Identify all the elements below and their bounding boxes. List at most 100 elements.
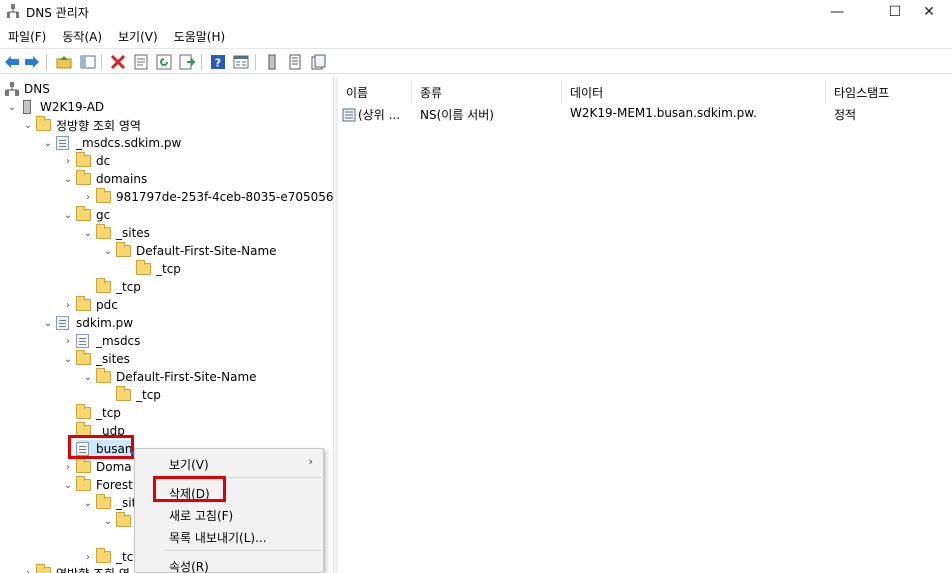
minimize-button[interactable]: — bbox=[814, 0, 860, 24]
refresh-icon[interactable] bbox=[155, 53, 173, 71]
tree-item-tcp[interactable]: _tcp bbox=[76, 404, 121, 422]
folder-icon bbox=[116, 242, 131, 257]
tree-item-pdc[interactable]: › pdc bbox=[60, 296, 118, 314]
column-header-name[interactable]: 이름 bbox=[338, 80, 412, 104]
svg-text:?: ? bbox=[215, 57, 221, 70]
tree-item-gc[interactable]: ⌄ gc bbox=[60, 206, 110, 224]
menu-file[interactable]: 파일(F) bbox=[0, 26, 54, 46]
record-name: (상위 ... bbox=[358, 108, 401, 122]
forward-arrow-icon[interactable] bbox=[23, 53, 41, 71]
context-menu-view[interactable]: 보기(V) › bbox=[135, 452, 323, 474]
annotation-highlight-delete bbox=[153, 476, 226, 502]
chevron-right-icon[interactable]: › bbox=[60, 458, 76, 476]
menu-help[interactable]: 도움말(H) bbox=[166, 26, 234, 46]
context-menu: 보기(V) › 삭제(D) 새로 고침(F) 목록 내보내기(L)... 속성(… bbox=[134, 448, 324, 573]
tree-item-forest-default-site[interactable]: ⌄ bbox=[100, 512, 136, 530]
folder-icon bbox=[76, 152, 91, 167]
chevron-down-icon[interactable]: ⌄ bbox=[60, 476, 76, 494]
chevron-down-icon[interactable]: ⌄ bbox=[100, 242, 116, 260]
record-data: W2K19-MEM1.busan.sdkim.pw. bbox=[570, 106, 757, 120]
folder-icon bbox=[76, 350, 91, 365]
context-menu-properties[interactable]: 속성(R) bbox=[135, 554, 323, 573]
chevron-down-icon[interactable]: ⌄ bbox=[60, 170, 76, 188]
chevron-right-icon[interactable]: › bbox=[60, 296, 76, 314]
tree-item-gc-sites[interactable]: ⌄ _sites bbox=[80, 224, 150, 242]
chevron-right-icon[interactable]: › bbox=[60, 332, 76, 350]
folder-icon bbox=[96, 278, 111, 293]
new-server-icon[interactable] bbox=[263, 53, 281, 71]
context-menu-refresh[interactable]: 새로 고침(F) bbox=[135, 503, 323, 525]
tree-item-gc-tcp[interactable]: _tcp bbox=[96, 278, 141, 296]
chevron-down-icon[interactable]: ⌄ bbox=[80, 368, 96, 386]
tree-item-server[interactable]: ⌄ W2K19-AD bbox=[4, 98, 104, 116]
folder-icon bbox=[96, 188, 111, 203]
chevron-right-icon[interactable]: › bbox=[20, 564, 36, 573]
toolbar: ? bbox=[0, 48, 952, 74]
export-list-icon[interactable] bbox=[178, 53, 196, 71]
tree-item-forestdnszones[interactable]: ⌄ Forest bbox=[60, 476, 133, 494]
context-menu-export-list[interactable]: 목록 내보내기(L)... bbox=[135, 525, 323, 547]
chevron-down-icon[interactable]: ⌄ bbox=[80, 494, 96, 512]
tree-item-domains[interactable]: ⌄ domains bbox=[60, 170, 147, 188]
tree-item-default-site[interactable]: ⌄ Default-First-Site-Name bbox=[80, 368, 257, 386]
help-icon[interactable]: ? bbox=[209, 53, 227, 71]
new-zone-icon[interactable] bbox=[309, 53, 327, 71]
chevron-down-icon[interactable]: ⌄ bbox=[40, 134, 56, 152]
tree-item-gc-default-site[interactable]: ⌄ Default-First-Site-Name bbox=[100, 242, 277, 260]
folder-icon bbox=[76, 458, 91, 473]
new-record-icon[interactable] bbox=[286, 53, 304, 71]
tree-item-msdcs-delegation[interactable]: › _msdcs bbox=[60, 332, 140, 350]
tree-item-forward-zones[interactable]: ⌄ 정방향 조회 영역 bbox=[20, 116, 141, 134]
up-folder-icon[interactable] bbox=[55, 53, 73, 71]
show-hide-tree-icon[interactable] bbox=[79, 53, 97, 71]
zone-icon bbox=[56, 136, 69, 150]
tree-item-dns[interactable]: DNS bbox=[4, 80, 50, 98]
folder-icon bbox=[76, 296, 91, 311]
tree-item-site-tcp[interactable]: _tcp bbox=[116, 386, 161, 404]
back-arrow-icon[interactable] bbox=[3, 53, 21, 71]
folder-icon bbox=[96, 224, 111, 239]
tree-item-gc-site-tcp[interactable]: _tcp bbox=[136, 260, 181, 278]
chevron-down-icon[interactable]: ⌄ bbox=[4, 98, 20, 116]
chevron-right-icon[interactable]: › bbox=[60, 152, 76, 170]
column-header-type[interactable]: 종류 bbox=[412, 80, 562, 104]
folder-icon bbox=[76, 206, 91, 221]
tree-item-sites[interactable]: ⌄ _sites bbox=[60, 350, 130, 368]
tree-item-domain-guid[interactable]: › 981797de-253f-4ceb-8035-e705056e5 bbox=[80, 188, 333, 206]
close-button[interactable]: ✕ bbox=[906, 0, 952, 24]
tree-item-domaindnszones[interactable]: › Doma bbox=[60, 458, 132, 476]
chevron-down-icon[interactable]: ⌄ bbox=[60, 206, 76, 224]
column-header-data[interactable]: 데이터 bbox=[562, 80, 826, 104]
menu-view[interactable]: 보기(V) bbox=[110, 26, 166, 46]
chevron-down-icon[interactable]: ⌄ bbox=[80, 224, 96, 242]
chevron-down-icon[interactable]: ⌄ bbox=[40, 314, 56, 332]
menu-action[interactable]: 동작(A) bbox=[54, 26, 110, 46]
dns-app-icon bbox=[7, 4, 19, 18]
tree-item-dc[interactable]: › dc bbox=[60, 152, 110, 170]
column-header-timestamp[interactable]: 타임스탬프 bbox=[826, 80, 952, 104]
annotation-highlight-busan bbox=[68, 435, 134, 459]
tree-item-zone-sdkim[interactable]: ⌄ sdkim.pw bbox=[40, 314, 133, 332]
view-icon[interactable] bbox=[232, 53, 250, 71]
folder-icon bbox=[116, 512, 131, 527]
menu-bar: 파일(F) 동작(A) 보기(V) 도움말(H) bbox=[0, 26, 952, 46]
folder-icon bbox=[76, 170, 91, 185]
zone-icon bbox=[76, 334, 89, 348]
chevron-down-icon[interactable]: ⌄ bbox=[100, 512, 116, 530]
record-type: NS(이름 서버) bbox=[420, 108, 494, 122]
folder-icon bbox=[96, 548, 111, 563]
properties-icon[interactable] bbox=[132, 53, 150, 71]
chevron-right-icon[interactable]: › bbox=[80, 188, 96, 206]
tree-item-zone-msdcs[interactable]: ⌄ _msdcs.sdkim.pw bbox=[40, 134, 181, 152]
server-icon bbox=[23, 100, 31, 114]
folder-icon bbox=[76, 404, 91, 419]
dns-icon bbox=[5, 82, 19, 96]
chevron-down-icon[interactable]: ⌄ bbox=[20, 116, 36, 134]
delete-icon[interactable] bbox=[109, 53, 127, 71]
folder-icon bbox=[36, 116, 51, 131]
chevron-down-icon[interactable]: ⌄ bbox=[60, 350, 76, 368]
window-title: DNS 관리자 bbox=[26, 6, 89, 20]
tree-item-forest-sites[interactable]: ⌄ _sit bbox=[80, 494, 136, 512]
folder-icon bbox=[96, 494, 111, 509]
tree-item-reverse-zones[interactable]: › 역방향 조회 영 bbox=[20, 564, 130, 573]
